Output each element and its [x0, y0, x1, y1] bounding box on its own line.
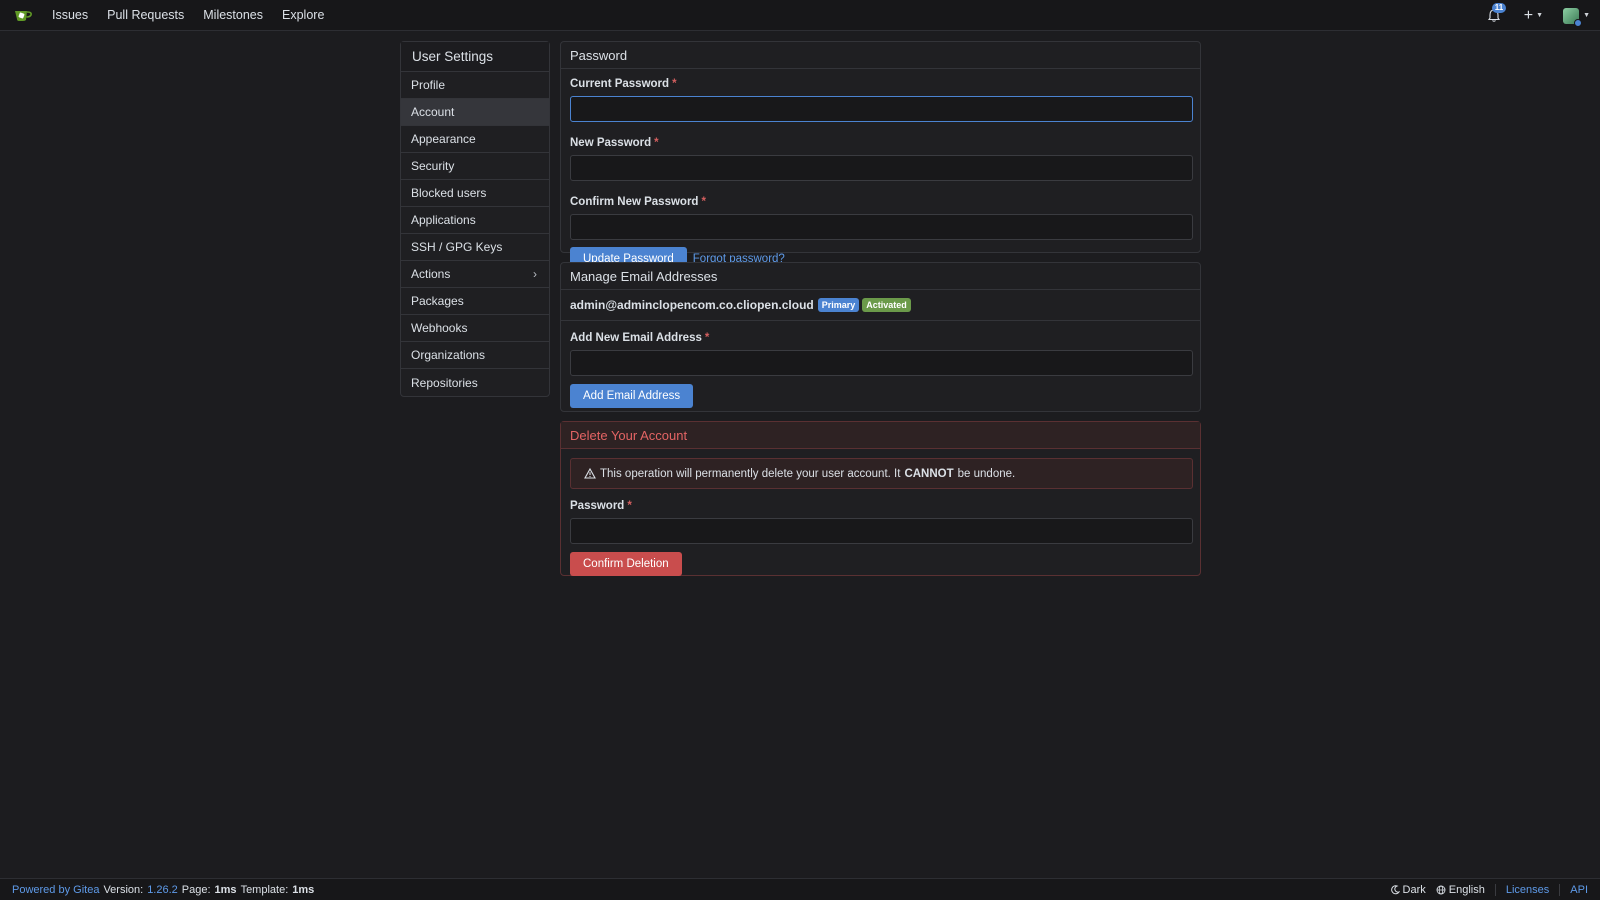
sidebar-item-packages[interactable]: Packages: [401, 288, 549, 315]
globe-icon: [1436, 885, 1446, 894]
version-link[interactable]: 1.26.2: [147, 884, 178, 896]
current-password-field[interactable]: [570, 96, 1193, 122]
sidebar-item-blocked-users[interactable]: Blocked users: [401, 180, 549, 207]
sidebar-item-profile[interactable]: Profile: [401, 72, 549, 99]
settings-sidebar: User Settings Profile Account Appearance…: [400, 41, 550, 397]
sidebar-item-actions[interactable]: Actions ›: [401, 261, 549, 288]
sidebar-title: User Settings: [401, 42, 549, 72]
notification-count-badge: 11: [1491, 2, 1507, 13]
sidebar-item-applications[interactable]: Applications: [401, 207, 549, 234]
page-time: 1ms: [214, 883, 237, 896]
user-menu-button[interactable]: ▼: [1563, 7, 1590, 27]
sidebar-item-ssh-gpg-keys[interactable]: SSH / GPG Keys: [401, 234, 549, 261]
sidebar-item-webhooks[interactable]: Webhooks: [401, 315, 549, 342]
notifications-button[interactable]: 11: [1484, 2, 1507, 26]
add-email-button[interactable]: Add Email Address: [570, 384, 694, 408]
delete-account-panel: Delete Your Account This operation will …: [560, 421, 1201, 576]
template-time: 1ms: [292, 883, 315, 896]
email-panel: Manage Email Addresses admin@adminclopen…: [560, 262, 1201, 412]
page-footer: Powered by Gitea Version: 1.26.2 Page: 1…: [0, 878, 1600, 900]
nav-pull-requests[interactable]: Pull Requests: [107, 8, 184, 22]
sidebar-item-repositories[interactable]: Repositories: [401, 369, 549, 396]
sidebar-item-appearance[interactable]: Appearance: [401, 126, 549, 153]
language-selector[interactable]: English: [1436, 884, 1485, 896]
powered-by-link[interactable]: Powered by Gitea: [12, 884, 99, 896]
activated-badge: Activated: [862, 298, 911, 312]
current-password-label: Current Password *: [570, 78, 677, 90]
sidebar-item-organizations[interactable]: Organizations: [401, 342, 549, 369]
new-password-label: New Password *: [570, 137, 659, 149]
confirm-password-label: Confirm New Password *: [570, 196, 706, 208]
delete-warning-message: This operation will permanently delete y…: [570, 458, 1193, 489]
create-menu-button[interactable]: + ▼: [1524, 7, 1543, 25]
warning-icon: [584, 468, 596, 479]
sidebar-item-label: Actions: [411, 267, 451, 281]
nav-milestones[interactable]: Milestones: [203, 8, 263, 22]
nav-issues[interactable]: Issues: [52, 8, 88, 22]
nav-right-group: 11 + ▼ ▼: [1484, 0, 1590, 31]
password-panel: Password Current Password * New Password *…: [560, 41, 1201, 271]
footer-divider: [1559, 883, 1561, 896]
sidebar-item-account[interactable]: Account: [401, 99, 549, 126]
email-panel-title: Manage Email Addresses: [561, 263, 1200, 290]
chevron-down-icon: ▼: [1536, 12, 1544, 19]
new-email-field[interactable]: [570, 350, 1193, 376]
theme-selector[interactable]: Dark: [1390, 884, 1426, 896]
add-email-label: Add New Email Address *: [570, 332, 710, 344]
plus-icon: +: [1523, 6, 1534, 24]
delete-password-label: Password *: [570, 500, 632, 512]
top-navbar: Issues Pull Requests Milestones Explore …: [0, 0, 1600, 31]
delete-password-field[interactable]: [570, 518, 1193, 544]
avatar: [1563, 7, 1583, 27]
password-panel-title: Password: [561, 42, 1200, 69]
confirm-deletion-button[interactable]: Confirm Deletion: [570, 552, 682, 576]
chevron-right-icon: ›: [533, 267, 537, 281]
gitea-logo-icon[interactable]: [14, 8, 34, 22]
moon-icon: [1390, 884, 1400, 894]
footer-divider: [1494, 883, 1496, 896]
admin-badge-icon: [1574, 18, 1583, 27]
new-password-field[interactable]: [570, 155, 1193, 181]
primary-badge: Primary: [817, 298, 860, 312]
api-link[interactable]: API: [1570, 884, 1588, 896]
confirm-password-field[interactable]: [570, 214, 1193, 240]
sidebar-item-security[interactable]: Security: [401, 153, 549, 180]
email-list-item: admin@adminclopencom.co.cliopen.cloud Pr…: [561, 290, 1200, 321]
delete-account-title: Delete Your Account: [561, 422, 1200, 449]
chevron-down-icon: ▼: [1583, 12, 1590, 19]
licenses-link[interactable]: Licenses: [1506, 884, 1549, 896]
nav-explore[interactable]: Explore: [282, 8, 324, 22]
email-address: admin@adminclopencom.co.cliopen.cloud: [570, 298, 814, 312]
